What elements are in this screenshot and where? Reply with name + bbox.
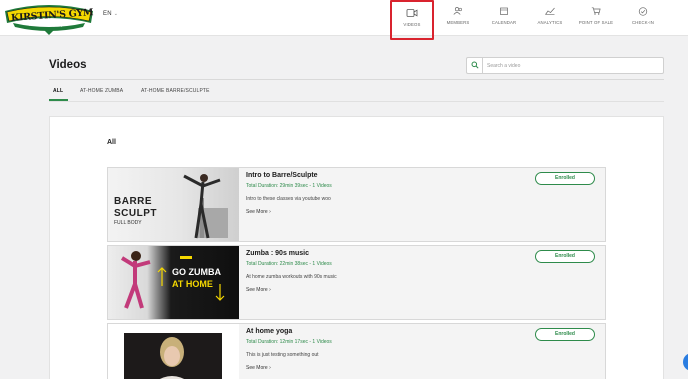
video-description: At home zumba workouts with 90s music	[246, 274, 337, 280]
language-selector[interactable]: EN ⌄	[103, 11, 118, 17]
divider	[49, 79, 664, 80]
enrolled-button[interactable]: Enrolled	[535, 172, 595, 185]
nav-analytics[interactable]: ANALYTICS	[531, 0, 569, 36]
search-input[interactable]	[487, 60, 657, 71]
video-search[interactable]	[466, 57, 664, 74]
nav-point-of-sale[interactable]: POINT OF SALE	[575, 0, 617, 36]
thumb-text: SCULPT	[114, 208, 157, 219]
nav-label: CALENDAR	[491, 20, 517, 25]
calendar-icon	[500, 7, 508, 15]
tab-at-home-zumba[interactable]: AT-HOME ZUMBA	[80, 88, 123, 94]
video-thumbnail[interactable]	[108, 324, 239, 379]
nav-check-in[interactable]: CHECK-IN	[626, 0, 660, 36]
video-title[interactable]: Zumba : 90s music	[246, 250, 309, 257]
logo-tagline: Fitness for Everybody	[29, 23, 63, 27]
video-card[interactable]: BARRE SCULPT FULL BODY Intro to Barre/Sc…	[107, 167, 606, 242]
nav-members[interactable]: MEMBERS	[440, 0, 476, 36]
video-title[interactable]: Intro to Barre/Sculpte	[246, 172, 318, 179]
thumb-text: AT HOME	[172, 279, 213, 289]
video-thumbnail[interactable]: GO ZUMBA AT HOME	[108, 246, 239, 319]
thumb-text: BARRE	[114, 196, 153, 207]
video-duration: Total Duration: 22min 38sec - 1 Videos	[246, 261, 332, 267]
nav-label: VIDEOS	[403, 22, 421, 27]
cart-icon	[591, 7, 601, 15]
members-icon	[453, 7, 462, 15]
chevron-down-icon: ⌄	[113, 11, 119, 17]
video-duration: Total Duration: 12min 17sec - 1 Videos	[246, 339, 332, 345]
tab-all[interactable]: ALL	[53, 88, 63, 94]
video-description: Intro to these classes via youtube woo	[246, 196, 331, 202]
see-more-link[interactable]: See More ›	[246, 365, 271, 371]
video-duration: Total Duration: 29min 39sec - 1 Videos	[246, 183, 332, 189]
enrolled-button[interactable]: Enrolled	[535, 328, 595, 341]
tab-at-home-barre-sculpte[interactable]: AT-HOME BARRE/SCULPTE	[141, 88, 210, 94]
gym-logo[interactable]: KIRSTIN'S GYM Fitness for Everybody	[3, 1, 95, 35]
nav-videos[interactable]: VIDEOS	[390, 0, 434, 40]
language-label: EN	[103, 11, 112, 17]
nav-calendar[interactable]: CALENDAR	[486, 0, 522, 36]
search-icon[interactable]	[467, 58, 483, 73]
video-card[interactable]: GO ZUMBA AT HOME Zumba : 90s music Total…	[107, 245, 606, 320]
video-card[interactable]: At home yoga Total Duration: 12min 17sec…	[107, 323, 606, 379]
see-more-link[interactable]: See More ›	[246, 209, 271, 215]
video-thumbnail[interactable]: BARRE SCULPT FULL BODY	[108, 168, 239, 241]
thumb-text: FULL BODY	[114, 220, 142, 226]
page-title: Videos	[49, 59, 87, 71]
section-title: All	[107, 139, 116, 146]
analytics-icon	[545, 7, 555, 15]
see-more-link[interactable]: See More ›	[246, 287, 271, 293]
enrolled-button[interactable]: Enrolled	[535, 250, 595, 263]
thumb-text: GO ZUMBA	[172, 267, 221, 277]
check-circle-icon	[638, 7, 648, 16]
divider	[49, 101, 664, 102]
video-title[interactable]: At home yoga	[246, 328, 292, 335]
video-icon	[406, 9, 418, 17]
nav-label: CHECK-IN	[632, 20, 654, 25]
nav-label: ANALYTICS	[537, 20, 563, 25]
top-header: KIRSTIN'S GYM Fitness for Everybody EN ⌄ …	[0, 0, 688, 40]
nav-label: MEMBERS	[446, 20, 470, 25]
nav-label: POINT OF SALE	[578, 20, 614, 25]
video-description: This is just testing something out	[246, 352, 319, 358]
chat-launcher-button[interactable]	[683, 353, 688, 371]
